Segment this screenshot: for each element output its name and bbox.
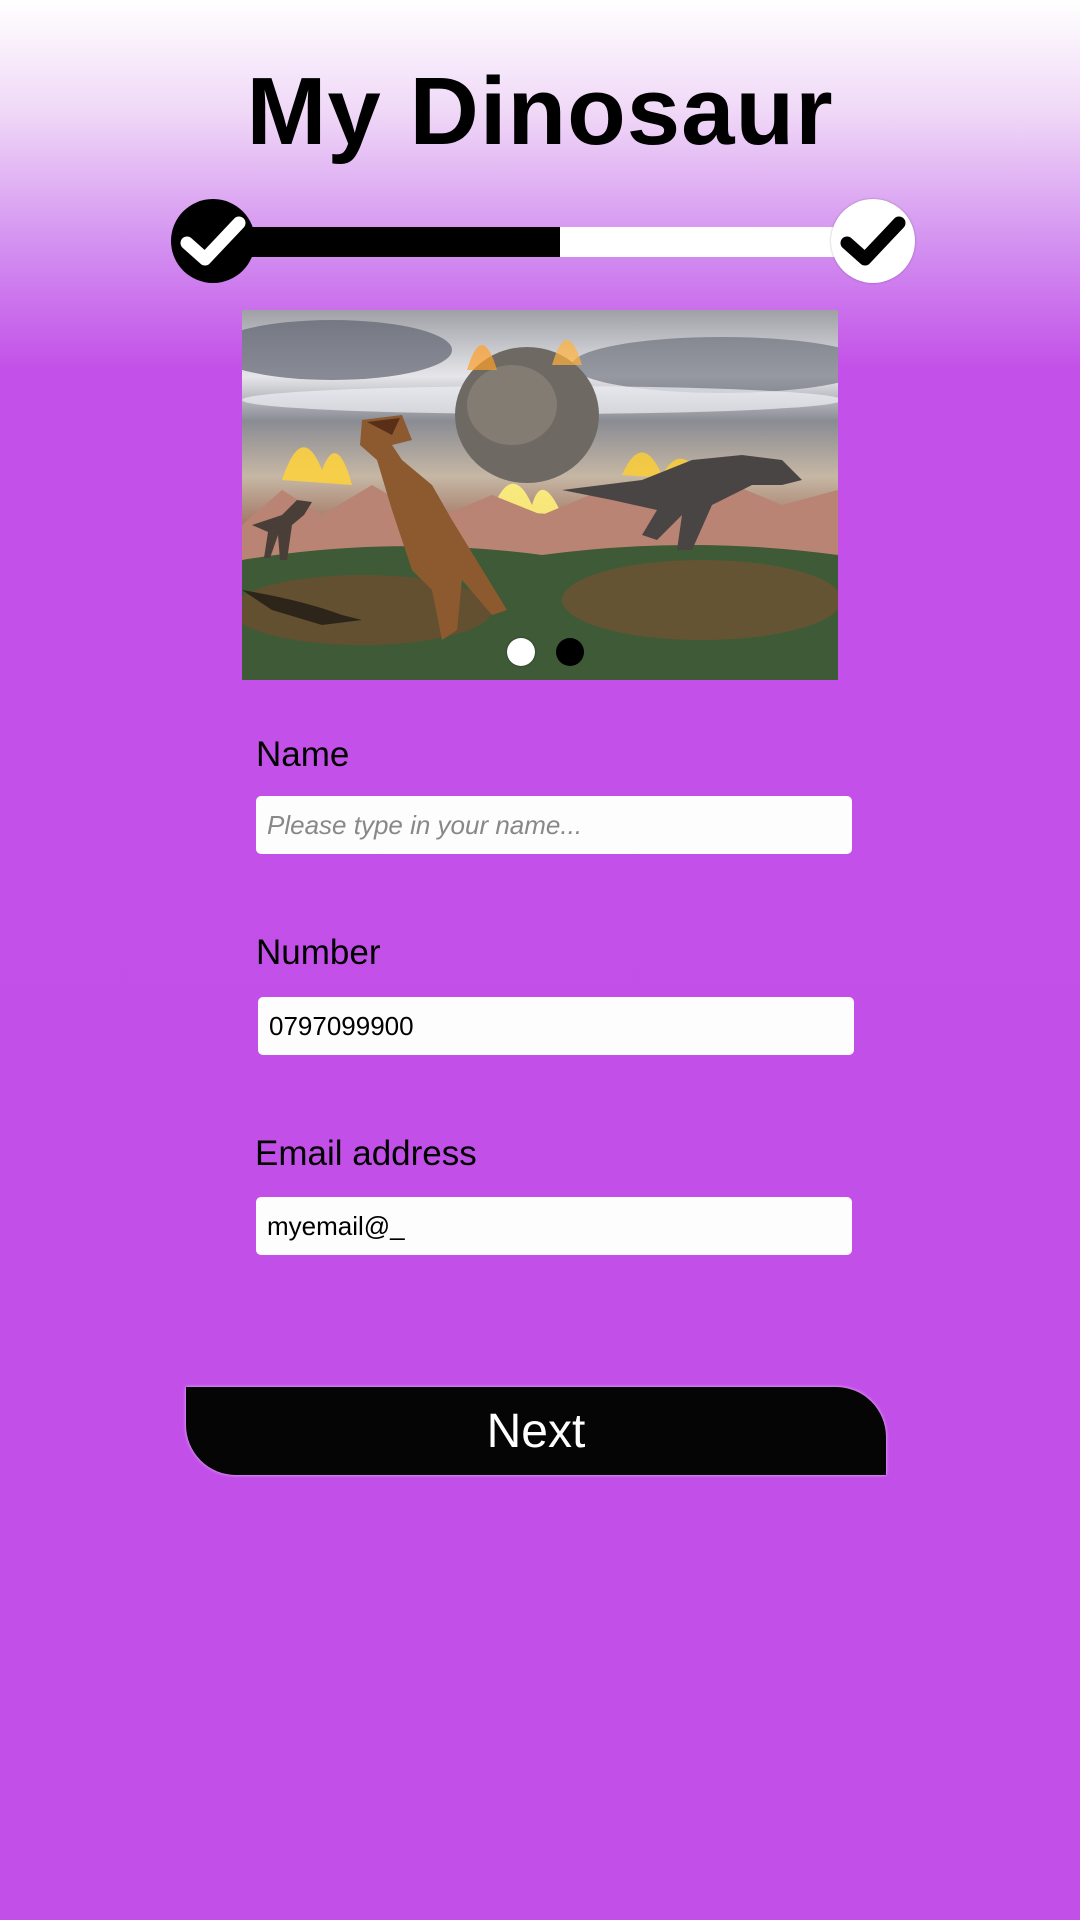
- check-icon: [180, 216, 246, 266]
- step-1-complete: [171, 199, 255, 283]
- number-label: Number: [256, 933, 381, 972]
- step-2: [831, 199, 915, 283]
- progress-fill: [240, 227, 560, 257]
- name-input[interactable]: [256, 796, 852, 854]
- page-title: My Dinosaur: [246, 58, 834, 165]
- email-label: Email address: [255, 1134, 477, 1173]
- next-button[interactable]: Next: [186, 1387, 886, 1475]
- name-label: Name: [256, 735, 350, 774]
- dinosaur-scene-image: [242, 320, 838, 680]
- carousel-dot-1[interactable]: [507, 638, 535, 666]
- email-input[interactable]: [256, 1197, 852, 1255]
- number-input[interactable]: [258, 997, 854, 1055]
- dinosaur-image-carousel[interactable]: [242, 310, 838, 680]
- check-icon: [840, 216, 906, 266]
- progress-track: [240, 227, 880, 257]
- carousel-dot-2[interactable]: [556, 638, 584, 666]
